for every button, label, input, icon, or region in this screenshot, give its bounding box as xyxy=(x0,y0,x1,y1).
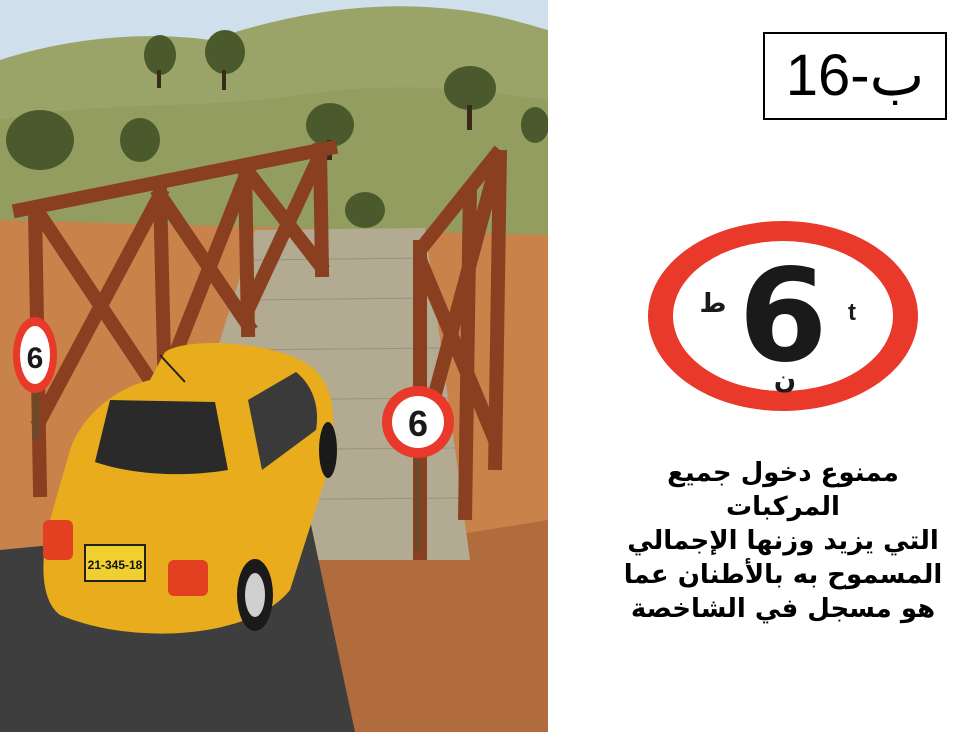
sign-code: ب-16 xyxy=(785,43,925,108)
sign-code-box: ب-16 xyxy=(763,32,947,120)
sign-latin-unit: t xyxy=(848,299,856,326)
sign-arabic-unit-below: ن xyxy=(774,365,796,395)
sign-arabic-unit-left: ط xyxy=(699,289,726,319)
license-plate-text: 21-345-18 xyxy=(88,558,143,572)
description-line: هو مسجل في الشاخصة xyxy=(630,594,936,624)
description-line: المركبات xyxy=(726,492,840,522)
svg-text:6: 6 xyxy=(408,403,428,444)
svg-text:6: 6 xyxy=(27,342,44,375)
weight-limit-sign: 6 t ط ن xyxy=(647,220,919,412)
bridge-illustration: 21-345-18 6 6 xyxy=(0,0,548,732)
description-line: المسموح به بالأطنان عما xyxy=(623,560,943,590)
description-line: التي يزيد وزنها الإجمالي xyxy=(627,526,939,556)
sign-description: ممنوع دخول جميع المركبات التي يزيد وزنها… xyxy=(600,456,966,626)
description-line: ممنوع دخول جميع xyxy=(667,458,899,488)
